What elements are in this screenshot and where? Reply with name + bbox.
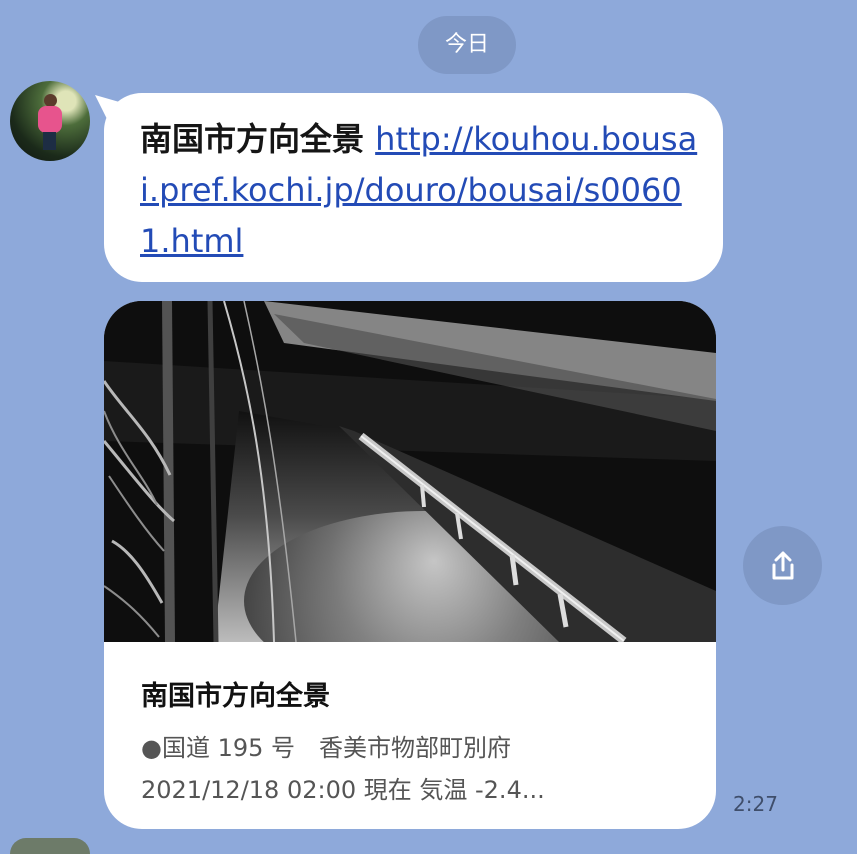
message-time: 2:27 — [733, 792, 778, 816]
card-description: ●国道 195 号 香美市物部町別府 2021/12/18 02:00 現在 気… — [141, 727, 689, 811]
card-title: 南国市方向全景 — [141, 681, 330, 712]
share-button[interactable] — [743, 526, 822, 605]
next-message-avatar — [10, 838, 90, 854]
sender-avatar[interactable] — [10, 81, 90, 161]
message-bubble[interactable]: 南国市方向全景 http://kouhou.bousai.pref.kochi.… — [104, 93, 723, 282]
avatar-figure-body — [38, 106, 62, 133]
card-weather-line: 2021/12/18 02:00 現在 気温 -2.4... — [141, 776, 545, 804]
camera-preview-image — [104, 301, 716, 642]
link-preview-card[interactable]: 南国市方向全景 ●国道 195 号 香美市物部町別府 2021/12/18 02… — [104, 301, 716, 829]
avatar-figure-legs — [43, 132, 56, 150]
card-location-line: ●国道 195 号 香美市物部町別府 — [141, 734, 512, 762]
share-icon — [772, 551, 793, 579]
message-title: 南国市方向全景 — [140, 120, 365, 158]
date-label: 今日 — [418, 16, 516, 74]
